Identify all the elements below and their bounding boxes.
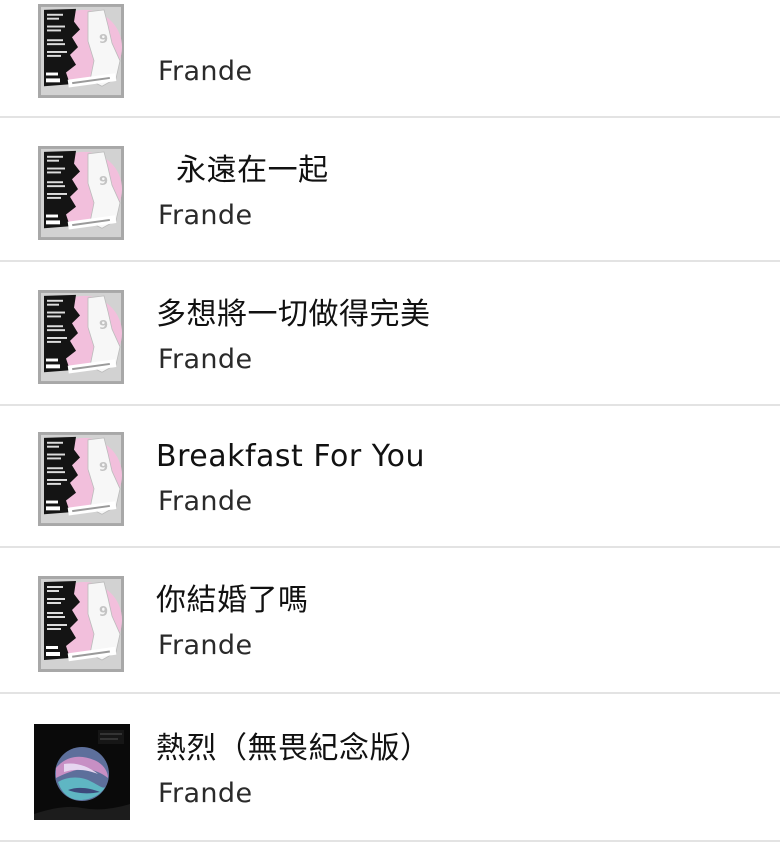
song-row[interactable]: 熱烈（無畏紀念版） Frande	[0, 694, 780, 842]
song-row[interactable]: 你結婚了嗎 Frande	[0, 548, 780, 694]
song-artist: Frande	[158, 200, 253, 231]
album-artwork	[38, 576, 124, 672]
song-row[interactable]: 永遠在一起 Frande	[0, 118, 780, 262]
song-artist: Frande	[158, 56, 253, 87]
song-artist: Frande	[158, 344, 253, 375]
album-artwork	[38, 146, 124, 240]
song-row[interactable]: 多想將一切做得完美 Frande	[0, 262, 780, 406]
song-row[interactable]: Frande	[0, 0, 780, 118]
song-title: Breakfast For You	[156, 439, 425, 474]
album-artwork	[38, 4, 124, 98]
album-artwork	[38, 432, 124, 526]
song-artist: Frande	[158, 778, 253, 809]
song-artist: Frande	[158, 486, 253, 517]
song-artist: Frande	[158, 630, 253, 661]
song-row[interactable]: Breakfast For You Frande	[0, 406, 780, 548]
album-artwork	[34, 724, 130, 820]
song-title: 熱烈（無畏紀念版）	[156, 731, 431, 766]
album-artwork	[38, 290, 124, 384]
song-list: Frande 永遠在一起 Frande 多想將一切做得完美 Frande Bre…	[0, 0, 780, 842]
song-title: 多想將一切做得完美	[156, 297, 431, 332]
song-title: 你結婚了嗎	[156, 583, 309, 618]
song-title: 永遠在一起	[156, 153, 329, 188]
